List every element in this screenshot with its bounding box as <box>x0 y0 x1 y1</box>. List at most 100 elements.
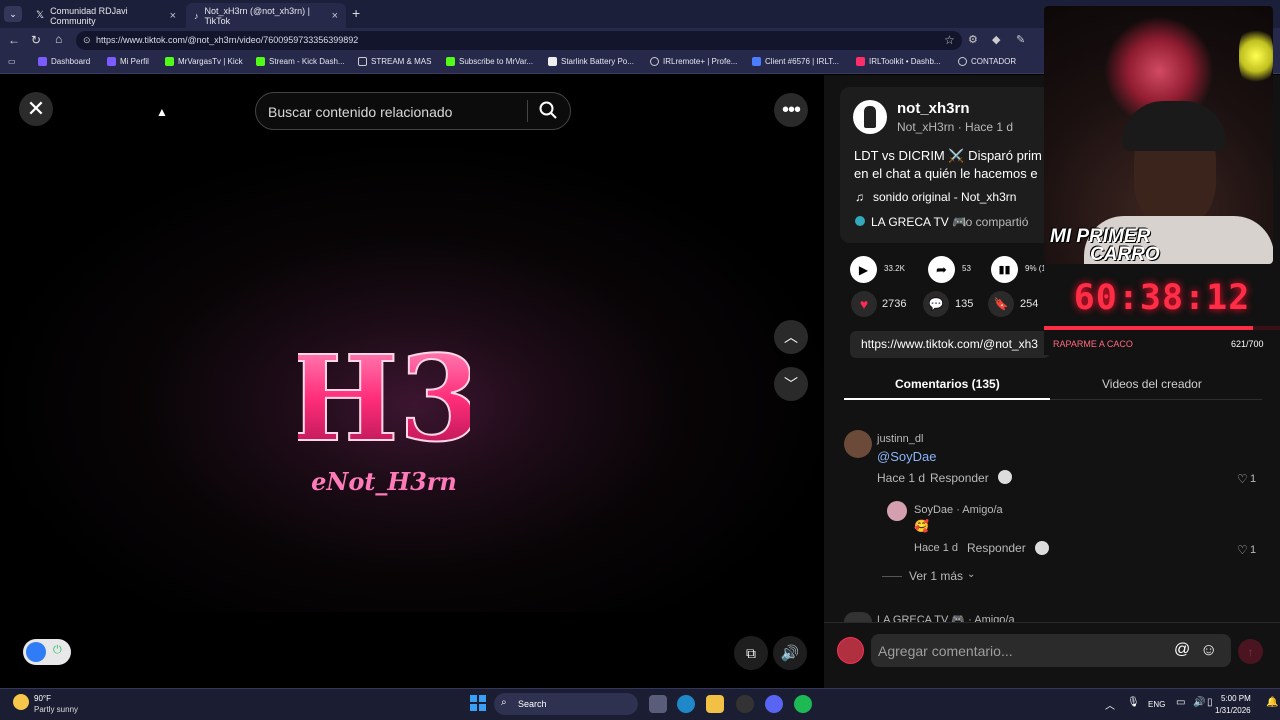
bookmark-stream-kick[interactable]: Stream - Kick Dash... <box>256 57 345 66</box>
like-button[interactable]: ♥ <box>851 291 877 317</box>
language-indicator[interactable]: ENG <box>1148 700 1165 709</box>
bookmark-subscribe[interactable]: Subscribe to MrVar... <box>446 57 533 66</box>
post-link[interactable]: https://www.tiktok.com/@not_xh3 <box>861 337 1047 351</box>
chevron-down-icon[interactable]: ⌄ <box>967 569 975 580</box>
live-toggle[interactable]: ⏻ <box>23 639 71 665</box>
bookmark-irltoolkit[interactable]: IRLToolkit • Dashb... <box>856 57 941 66</box>
obs-icon[interactable] <box>736 695 754 713</box>
post-username[interactable]: not_xh3rn <box>897 100 970 117</box>
shared-by-suffix: lo compartió <box>963 215 1029 229</box>
logo-sub-text: eNot_H3rn <box>311 467 457 496</box>
bookmark-starlink[interactable]: Starlink Battery Po... <box>548 57 634 66</box>
cam-title-2: CARRO <box>1090 244 1160 264</box>
x-logo-icon: 𝕏 <box>36 10 45 21</box>
clock-time[interactable]: 5:00 PM <box>1221 694 1251 703</box>
tab-tiktok[interactable]: ♪ Not_xH3rn (@not_xh3rn) | TikTok × <box>186 3 346 28</box>
start-button[interactable] <box>470 695 486 711</box>
bookmark-mi-perfil[interactable]: Mi Perfil <box>107 57 149 66</box>
battery-icon[interactable]: ▯ <box>1207 697 1213 708</box>
close-tab-icon[interactable]: × <box>332 10 338 22</box>
weather-temp[interactable]: 90°F <box>34 694 51 703</box>
microphone-icon[interactable]: 🎙 <box>1127 697 1140 708</box>
network-icon[interactable]: ▭ <box>1176 697 1185 708</box>
emoji-icon[interactable]: ☺ <box>1200 640 1217 660</box>
previous-video-button[interactable]: ︿ <box>774 320 808 354</box>
tab-rdjavi[interactable]: 𝕏 Comunidad RDJavi Community × <box>28 3 184 28</box>
creator-liked-icon <box>1035 541 1049 555</box>
favorite-star-icon[interactable]: ☆ <box>944 33 955 47</box>
power-icon: ⏻ <box>53 644 62 656</box>
sound-link[interactable]: sonido original - Not_xh3rn <box>873 190 1016 204</box>
taskbar-search-label: Search <box>518 699 547 709</box>
goal-count: 621/700 <box>1231 339 1264 349</box>
more-dots-icon: ••• <box>781 99 801 121</box>
tab-label: Comunidad RDJavi Community <box>50 5 128 26</box>
reply-username[interactable]: SoyDae · Amigo/a <box>914 504 1003 516</box>
more-options-button[interactable]: ••• <box>774 93 808 127</box>
shared-by-name[interactable]: LA GRECA TV 🎮 <box>871 215 967 229</box>
play-count-button[interactable]: ▶ <box>850 256 877 283</box>
discord-icon[interactable] <box>765 695 783 713</box>
extension-icon[interactable]: ✎ <box>1016 33 1025 46</box>
extension-icon[interactable]: ◆ <box>992 33 1000 46</box>
weather-icon[interactable] <box>13 694 29 710</box>
tab-comments[interactable]: Comentarios (135) <box>895 377 1000 391</box>
taskbar-search[interactable] <box>494 693 638 715</box>
active-tab-indicator <box>844 398 1050 400</box>
bookmarks-menu-icon[interactable]: ▭ <box>8 57 16 66</box>
save-button[interactable]: 🔖 <box>988 291 1014 317</box>
avatar <box>844 612 872 622</box>
bookmark-irlremote[interactable]: IRLremote+ | Profe... <box>650 57 737 66</box>
search-icon[interactable] <box>538 100 558 120</box>
view-more-replies[interactable]: Ver 1 más <box>909 569 963 583</box>
close-tab-icon[interactable]: × <box>170 10 176 22</box>
replies-divider <box>882 576 902 577</box>
volume-button[interactable]: 🔊 <box>773 636 807 670</box>
tray-chevron-icon[interactable]: ︿ <box>1105 697 1115 712</box>
avatar[interactable] <box>844 430 872 458</box>
back-icon[interactable]: ← <box>8 33 20 47</box>
pip-button[interactable]: ⧉ <box>734 636 768 670</box>
mention-icon[interactable]: @ <box>1174 641 1190 659</box>
volume-icon[interactable]: 🔊 <box>1193 697 1205 708</box>
close-viewer-button[interactable]: ✕ <box>19 92 53 126</box>
refresh-icon[interactable]: ↻ <box>31 33 41 47</box>
extension-icon[interactable]: ⚙ <box>968 33 978 46</box>
site-info-icon[interactable]: ⊙ <box>83 35 91 46</box>
bookmark-client[interactable]: Client #6576 | IRLT... <box>752 57 839 66</box>
file-explorer-icon[interactable] <box>706 695 724 713</box>
weather-desc[interactable]: Partly sunny <box>34 705 78 714</box>
tab-list-chevron-icon[interactable]: ⌄ <box>4 6 22 22</box>
task-view-icon[interactable] <box>649 695 667 713</box>
share-button[interactable]: ➦ <box>928 256 955 283</box>
home-icon[interactable]: ⌂ <box>55 32 62 46</box>
volume-icon: 🔊 <box>780 645 800 662</box>
comment-username[interactable]: justinn_dl <box>877 433 923 445</box>
clock-date[interactable]: 1/31/2026 <box>1215 706 1251 715</box>
bookmark-kick[interactable]: MrVargasTv | Kick <box>165 57 243 66</box>
reply-text: 🥰 <box>914 519 929 533</box>
new-tab-button[interactable]: + <box>352 5 360 21</box>
caption-line-2: en el chat a quién le hacemos e <box>854 166 1038 181</box>
edge-browser-icon[interactable] <box>677 695 695 713</box>
reply-button[interactable]: Responder <box>967 541 1026 555</box>
reply-button[interactable]: Responder <box>930 471 989 485</box>
comment-count: 135 <box>955 298 974 310</box>
avatar[interactable] <box>853 100 887 134</box>
play-count: 33.2K <box>884 264 905 273</box>
spotify-icon[interactable] <box>794 695 812 713</box>
analytics-button[interactable]: ▮▮ <box>991 256 1018 283</box>
post-comment-button[interactable]: ↑ <box>1238 639 1263 664</box>
address-bar[interactable]: https://www.tiktok.com/@not_xh3rn/video/… <box>76 31 962 50</box>
countdown-timer: 60:38:12 <box>1073 278 1251 318</box>
bookmark-stream-mas[interactable]: STREAM & MAS <box>358 57 431 66</box>
comment-button[interactable]: 💬 <box>923 291 949 317</box>
comment-like-icon[interactable]: ♡ <box>1237 472 1248 486</box>
avatar[interactable] <box>887 501 907 521</box>
reply-like-icon[interactable]: ♡ <box>1237 543 1248 557</box>
tab-creator-videos[interactable]: Videos del creador <box>1102 377 1202 391</box>
notifications-icon[interactable]: 🔔 <box>1266 697 1278 708</box>
bookmark-contador[interactable]: CONTADOR <box>958 57 1016 66</box>
bookmark-dashboard[interactable]: Dashboard <box>38 57 90 66</box>
next-video-button[interactable]: ﹀ <box>774 367 808 401</box>
